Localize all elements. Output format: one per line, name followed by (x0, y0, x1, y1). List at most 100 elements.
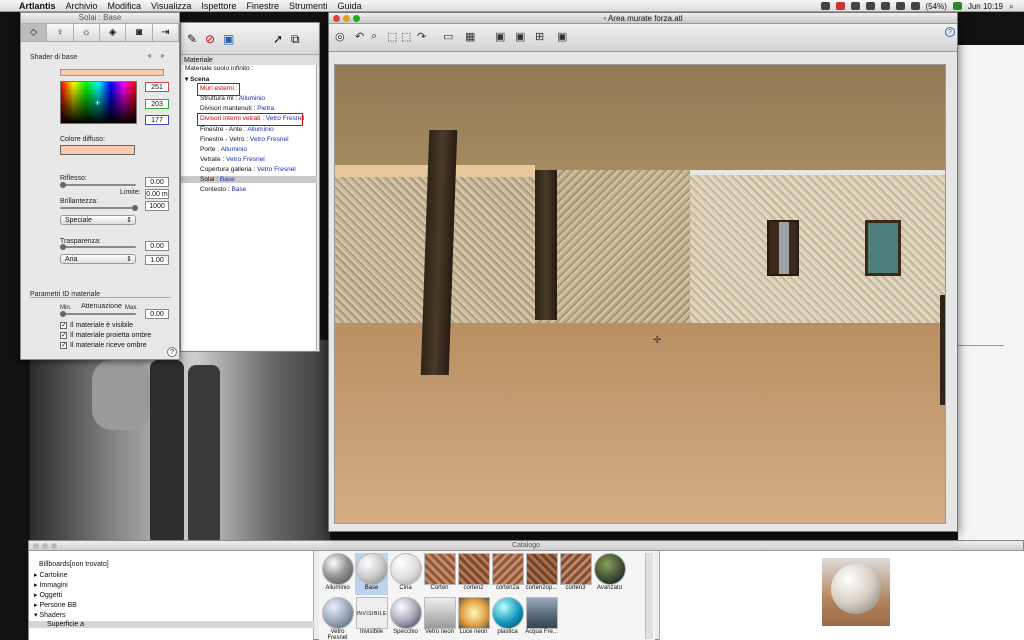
grid-scrollbar[interactable] (645, 553, 653, 639)
volume-icon[interactable] (910, 2, 920, 10)
material-row[interactable]: Struttura ml : Alluminio (200, 95, 265, 102)
render-icon[interactable]: ▣ (515, 30, 525, 43)
zoom-icon[interactable] (353, 15, 360, 22)
menu-visualizza[interactable]: Visualizza (146, 1, 196, 11)
tree-item[interactable]: ▸ Persone BB (34, 601, 77, 609)
menu-modifica[interactable]: Modifica (103, 1, 147, 11)
shader-swatch[interactable]: Specchio (389, 597, 422, 639)
prev-arrow-icon[interactable]: ◂ (147, 51, 151, 60)
paint-icon[interactable]: ✎ (187, 32, 197, 46)
diffuse-color-swatch[interactable] (60, 145, 135, 155)
material-row-selected[interactable]: Solai : Base (181, 176, 317, 183)
shader-swatch[interactable]: Alluminio (321, 553, 354, 595)
layers-icon[interactable]: ⧉ (291, 32, 300, 47)
shader-swatch[interactable]: Vetro Fresnel (321, 597, 354, 640)
menu-ispettore[interactable]: Ispettore (196, 1, 241, 11)
visible-checkbox[interactable]: ✓ Il materiale è visibile (60, 322, 133, 329)
attenuation-slider[interactable] (60, 311, 136, 317)
viewport-help-button[interactable]: ? (945, 27, 955, 37)
add-material-icon[interactable]: ▣ (223, 32, 234, 46)
transparency-value[interactable]: 0.00 (145, 241, 169, 251)
battery-percent[interactable]: (54%) (926, 2, 947, 11)
material-row[interactable]: Porte : Alluminio (200, 146, 247, 153)
clock-icon[interactable] (865, 2, 875, 10)
redo-icon[interactable]: ↷ (417, 30, 426, 43)
no-entry-icon[interactable]: ⊘ (205, 32, 215, 46)
menu-finestre[interactable]: Finestre (241, 1, 284, 11)
gmail-icon[interactable] (835, 2, 845, 10)
material-row[interactable]: Materiale suolo infinito : (185, 65, 253, 72)
tray-icon[interactable] (820, 2, 830, 10)
tab-sun-icon[interactable]: ☼ (74, 24, 100, 41)
tree-item[interactable]: Billboards[non trovato] (39, 561, 109, 568)
reflection-value[interactable]: 0.00 (145, 177, 169, 187)
tree-item[interactable]: ▸ Cartoline (34, 571, 67, 579)
shader-swatch[interactable]: Corten (423, 553, 456, 595)
close-icon[interactable] (33, 543, 39, 549)
base-color-swatch[interactable] (60, 69, 164, 76)
zoom-box-icon[interactable]: ⬚ (387, 30, 397, 43)
flag-icon[interactable] (952, 2, 962, 10)
tab-export-icon[interactable]: ⇥ (153, 24, 179, 41)
scene-group[interactable]: ▾ Scena (185, 75, 209, 83)
reflection-slider[interactable] (60, 182, 136, 188)
color-picker[interactable]: + (60, 81, 137, 124)
receive-shadow-checkbox[interactable]: ✓ Il materiale riceve ombre (60, 342, 147, 349)
shader-swatch[interactable]: Avanzato (593, 553, 626, 595)
shader-swatch[interactable]: plastica (491, 597, 524, 639)
zoom-icon[interactable] (51, 543, 57, 549)
red-value-field[interactable]: 251 (145, 82, 169, 92)
navigation-icon[interactable]: ◎ (335, 30, 345, 43)
transparency-slider[interactable] (60, 244, 136, 250)
3d-scene-viewport[interactable]: ✛ (334, 64, 946, 524)
menu-strumenti[interactable]: Strumenti (284, 1, 333, 11)
text-tool-icon[interactable]: ▭ (443, 30, 453, 43)
tree-item[interactable]: ▸ Immagini (34, 581, 68, 589)
slider-knob[interactable] (60, 244, 66, 250)
next-arrow-icon[interactable]: ▸ (161, 51, 165, 60)
shader-swatch[interactable]: Vetro neon (423, 597, 456, 639)
refraction-value[interactable]: 1.00 (145, 255, 169, 265)
tab-materials-icon[interactable]: ⬦ (21, 24, 48, 41)
material-row[interactable]: Finestre - Ante : Alluminio (200, 126, 274, 133)
attenuation-value[interactable]: 0.00 (145, 309, 169, 319)
slider-knob[interactable] (60, 311, 66, 317)
wifi-icon[interactable] (895, 2, 905, 10)
preview-icon[interactable]: ▣ (495, 30, 505, 43)
zoom-in-icon[interactable]: ⌕ (371, 30, 377, 43)
menu-archivio[interactable]: Archivio (61, 1, 103, 11)
bluetooth-icon[interactable] (880, 2, 890, 10)
material-row[interactable]: Divisori mantenuti : Pietra (200, 105, 274, 112)
menu-app-name[interactable]: Artlantis (14, 1, 61, 11)
glossiness-slider[interactable] (60, 205, 138, 211)
cast-shadow-checkbox[interactable]: ✓ Il materiale proietta ombre (60, 332, 151, 339)
tab-light-icon[interactable]: ♀ (47, 24, 74, 41)
help-button[interactable]: ? (167, 347, 177, 357)
shader-swatch-selected[interactable]: Base (355, 553, 388, 595)
shader-swatch[interactable]: corten2 (457, 553, 490, 595)
pointer-icon[interactable]: ➚ (273, 32, 283, 46)
spotlight-icon[interactable]: ⌕ (1009, 2, 1018, 11)
shader-swatch[interactable]: Luce neon (457, 597, 490, 639)
blue-value-field[interactable]: 177 (145, 115, 169, 125)
shader-swatch[interactable]: corten2a (491, 553, 524, 595)
zoom-extents-icon[interactable]: ⬚ (401, 30, 411, 43)
tab-camera-icon[interactable]: ◙ (126, 24, 153, 41)
limit-value[interactable]: 0.00 m (145, 189, 169, 199)
tree-item[interactable]: ▾ Shaders (34, 611, 66, 619)
material-row[interactable]: Copertura galleria : Vetro Fresnel (200, 166, 296, 173)
shader-swatch[interactable]: Cina (389, 553, 422, 595)
shader-swatch[interactable]: INVISIBILE Invisibile (355, 597, 388, 639)
menu-guida[interactable]: Guida (332, 1, 366, 11)
tree-item[interactable]: ▸ Oggetti (34, 591, 62, 599)
minimize-icon[interactable] (42, 543, 48, 549)
tree-item-selected[interactable]: Superficie a (29, 621, 314, 628)
minimize-icon[interactable] (343, 15, 350, 22)
slider-knob[interactable] (60, 182, 66, 188)
shader-swatch[interactable]: Acqua Fre... (525, 597, 558, 639)
shader-swatch[interactable]: corten2op... (525, 553, 558, 595)
material-row[interactable]: Vetrate : Vetro Fresnel (200, 156, 265, 163)
sync-icon[interactable] (850, 2, 860, 10)
export-icon[interactable]: ▣ (557, 30, 567, 43)
shader-swatch[interactable]: corten3 (559, 553, 592, 595)
